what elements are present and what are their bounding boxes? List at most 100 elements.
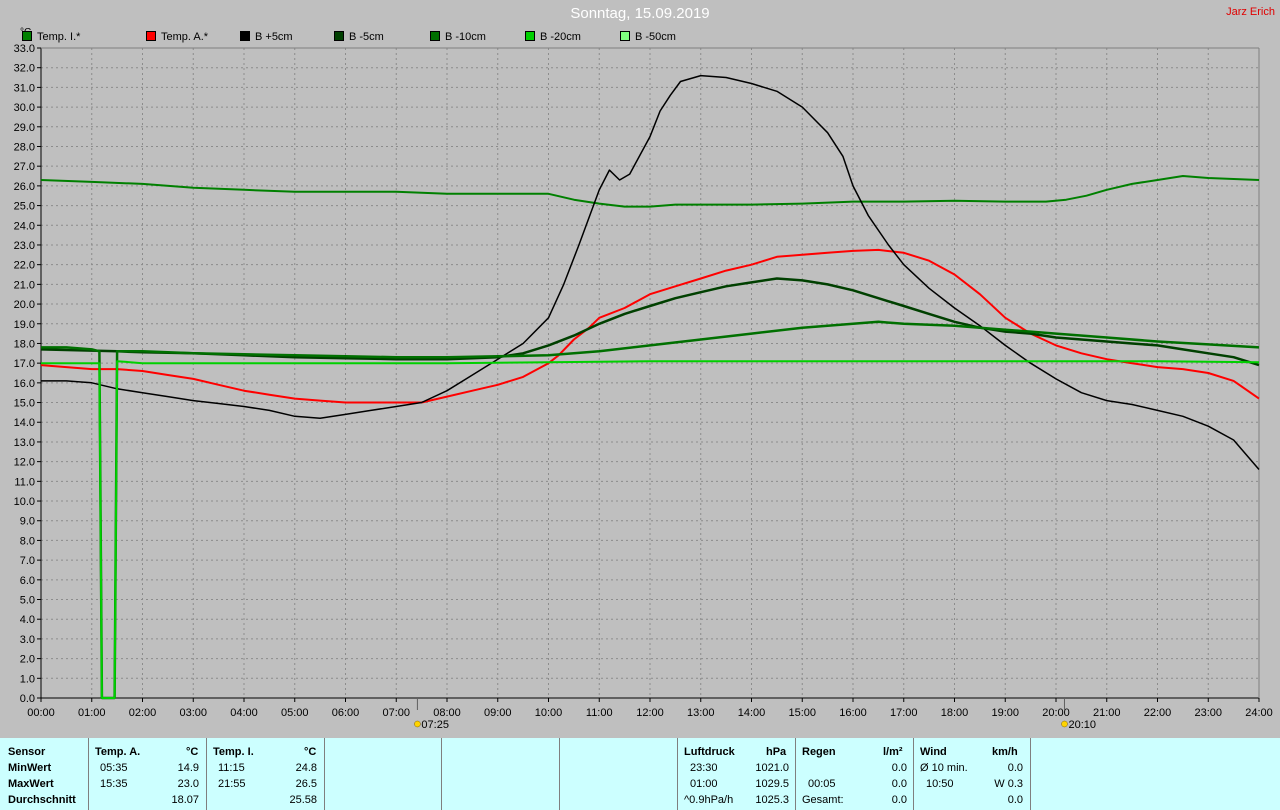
column-separator bbox=[324, 738, 325, 810]
row-label-avg: Durchschnitt bbox=[8, 794, 76, 806]
x-tick-label: 00:00 bbox=[27, 707, 55, 719]
y-tick-label: 17.0 bbox=[14, 358, 35, 370]
y-tick-label: 19.0 bbox=[14, 319, 35, 331]
x-tick-label: 09:00 bbox=[484, 707, 512, 719]
wind-unit: km/h bbox=[992, 746, 1018, 758]
y-tick-label: 3.0 bbox=[20, 634, 35, 646]
temp-a-header: Temp. A. bbox=[95, 746, 141, 758]
x-tick-label: 08:00 bbox=[433, 707, 461, 719]
y-tick-label: 22.0 bbox=[14, 260, 35, 272]
pressure-min-time: 23:30 bbox=[690, 762, 718, 774]
wind-max-time: 10:50 bbox=[926, 778, 954, 790]
pressure-trend-label: ^0.9hPa/h bbox=[684, 794, 734, 806]
wind-header: Wind bbox=[920, 746, 947, 758]
y-tick-label: 21.0 bbox=[14, 279, 35, 291]
y-tick-label: 20.0 bbox=[14, 299, 35, 311]
rain-unit: l/m² bbox=[883, 746, 903, 758]
pressure-max-value: 1029.5 bbox=[755, 778, 789, 790]
y-tick-label: 32.0 bbox=[14, 63, 35, 75]
y-tick-label: 14.0 bbox=[14, 417, 35, 429]
sunrise-icon bbox=[414, 720, 421, 728]
x-tick-label: 10:00 bbox=[535, 707, 563, 719]
x-tick-label: 22:00 bbox=[1144, 707, 1172, 719]
y-tick-label: 15.0 bbox=[14, 398, 35, 410]
statistics-panel: Sensor MinWert MaxWert Durchschnitt Temp… bbox=[0, 738, 1280, 810]
y-tick-label: 12.0 bbox=[14, 457, 35, 469]
x-tick-label: 12:00 bbox=[636, 707, 664, 719]
y-tick-label: 25.0 bbox=[14, 201, 35, 213]
temp-a-average: 18.07 bbox=[171, 794, 199, 806]
row-label-min: MinWert bbox=[8, 762, 52, 774]
y-tick-label: 33.0 bbox=[14, 43, 35, 55]
y-tick-label: 29.0 bbox=[14, 122, 35, 134]
sun-marker-label: 07:25 bbox=[421, 719, 449, 731]
temp-i-min-time: 11:15 bbox=[218, 762, 245, 774]
row-label-max: MaxWert bbox=[8, 778, 54, 790]
y-tick-label: 1.0 bbox=[20, 673, 35, 685]
sensor-header: Sensor bbox=[8, 746, 46, 758]
temp-a-min-time: 05:35 bbox=[100, 762, 128, 774]
wind-avg-value: 0.0 bbox=[1007, 762, 1023, 774]
temp-i-max-time: 21:55 bbox=[218, 778, 246, 790]
x-tick-label: 06:00 bbox=[332, 707, 360, 719]
wind-max-value: W 0.3 bbox=[994, 778, 1023, 790]
temp-i-min-value: 24.8 bbox=[295, 762, 317, 774]
column-separator bbox=[1030, 738, 1031, 810]
x-tick-label: 15:00 bbox=[788, 707, 816, 719]
sunset-icon bbox=[1061, 720, 1068, 728]
y-tick-label: 2.0 bbox=[20, 654, 35, 666]
y-tick-label: 8.0 bbox=[20, 535, 35, 547]
temp-i-header: Temp. I. bbox=[213, 746, 254, 758]
x-tick-label: 01:00 bbox=[78, 707, 106, 719]
x-tick-label: 07:00 bbox=[382, 707, 410, 719]
x-tick-label: 02:00 bbox=[129, 707, 157, 719]
x-tick-label: 04:00 bbox=[230, 707, 258, 719]
chart-svg: 0.0 1.0 2.0 3.0 4.0 5.0 6.0 7.0 8.0 9.0 10.0 11.0 12… bbox=[14, 43, 1273, 731]
column-separator bbox=[441, 738, 442, 810]
y-tick-label: 31.0 bbox=[14, 82, 35, 94]
temp-i-average: 25.58 bbox=[289, 794, 317, 806]
x-tick-label: 19:00 bbox=[991, 707, 1019, 719]
x-tick-label: 18:00 bbox=[941, 707, 969, 719]
y-tick-label: 28.0 bbox=[14, 141, 35, 153]
rain-header: Regen bbox=[802, 746, 836, 758]
chart-area: Sonntag, 15.09.2019 Jarz Erich °C Temp. … bbox=[0, 0, 1280, 738]
wind-avg-label: Ø 10 min. bbox=[920, 762, 968, 774]
y-tick-label: 9.0 bbox=[20, 516, 35, 528]
column-separator bbox=[88, 738, 89, 810]
x-tick-label: 24:00 bbox=[1245, 707, 1273, 719]
column-separator bbox=[913, 738, 914, 810]
y-tick-label: 23.0 bbox=[14, 240, 35, 252]
rain-time: 00:05 bbox=[808, 778, 836, 790]
rain-current-value: 0.0 bbox=[891, 762, 907, 774]
x-tick-label: 20:00 bbox=[1042, 707, 1070, 719]
y-tick-label: 27.0 bbox=[14, 161, 35, 173]
x-tick-label: 03:00 bbox=[179, 707, 207, 719]
x-tick-label: 16:00 bbox=[839, 707, 867, 719]
pressure-unit: hPa bbox=[766, 746, 787, 758]
temp-i-unit: °C bbox=[304, 746, 317, 758]
y-tick-label: 6.0 bbox=[20, 575, 35, 587]
y-tick-label: 16.0 bbox=[14, 378, 35, 390]
y-tick-label: 11.0 bbox=[14, 476, 35, 488]
y-tick-label: 4.0 bbox=[20, 614, 35, 626]
x-tick-label: 21:00 bbox=[1093, 707, 1121, 719]
column-separator bbox=[559, 738, 560, 810]
y-tick-label: 26.0 bbox=[14, 181, 35, 193]
temp-a-max-value: 23.0 bbox=[177, 778, 199, 790]
y-tick-label: 13.0 bbox=[14, 437, 35, 449]
wind-last-value: 0.0 bbox=[1007, 794, 1023, 806]
rain-total-label: Gesamt: bbox=[802, 794, 844, 806]
x-tick-label: 17:00 bbox=[890, 707, 918, 719]
sun-marker-label: 20:10 bbox=[1068, 719, 1096, 731]
temp-a-unit: °C bbox=[186, 746, 199, 758]
rain-total-value: 0.0 bbox=[891, 794, 907, 806]
y-tick-label: 5.0 bbox=[20, 595, 35, 607]
pressure-min-value: 1021.0 bbox=[755, 762, 789, 774]
x-tick-label: 14:00 bbox=[738, 707, 766, 719]
y-tick-label: 7.0 bbox=[20, 555, 35, 567]
rain-time-value: 0.0 bbox=[891, 778, 907, 790]
x-tick-label: 13:00 bbox=[687, 707, 715, 719]
temp-a-min-value: 14.9 bbox=[177, 762, 199, 774]
y-tick-label: 24.0 bbox=[14, 220, 35, 232]
